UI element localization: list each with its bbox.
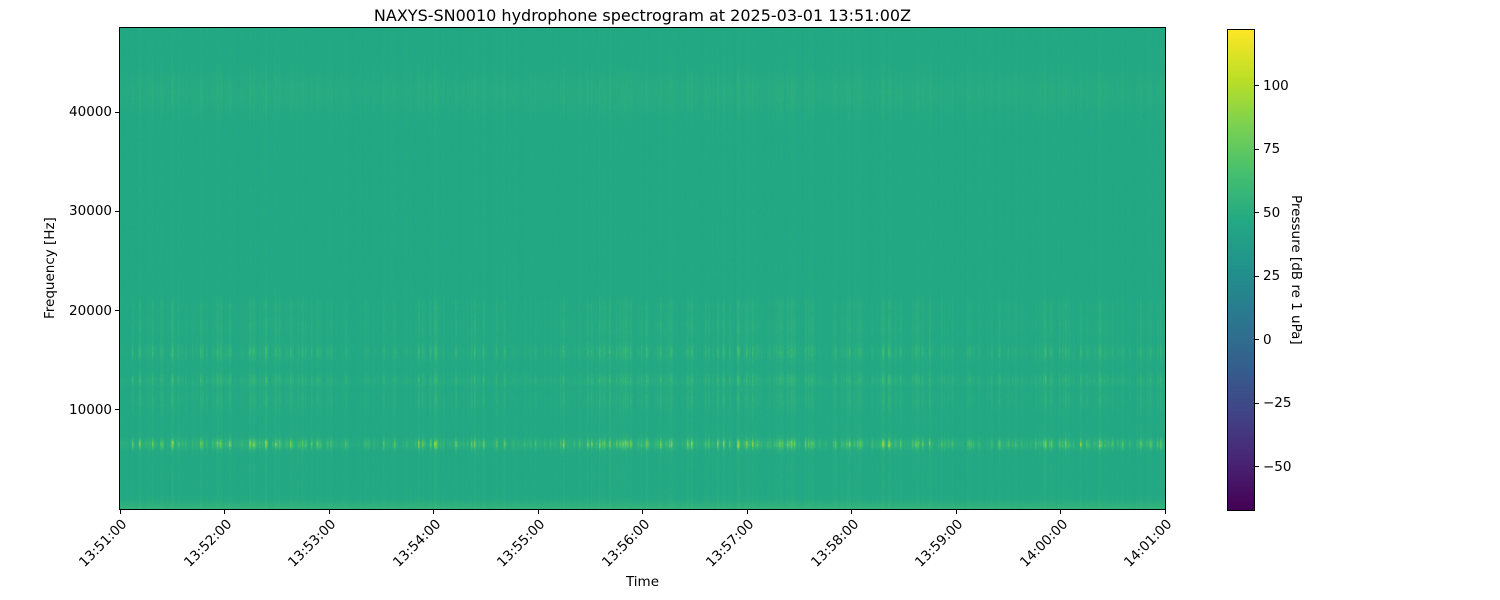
x-tick-mark	[1164, 510, 1166, 514]
colorbar-tick-mark	[1255, 85, 1259, 87]
y-tick-mark	[115, 210, 119, 212]
y-tick-label: 30000	[69, 203, 112, 220]
spectrogram-canvas	[120, 28, 1165, 509]
x-tick-mark	[642, 510, 643, 514]
colorbar-tick-mark	[1255, 212, 1259, 214]
x-tick-label: 14:01:00	[1121, 516, 1176, 571]
x-tick-label: 13:52:00	[180, 516, 236, 571]
colorbar-tick-mark	[1255, 148, 1259, 150]
y-tick-mark	[115, 409, 119, 411]
x-tick-label: 13:58:00	[807, 516, 863, 571]
plot-area	[119, 27, 1166, 510]
colorbar-tick-label: 75	[1263, 141, 1281, 158]
y-tick-label: 40000	[69, 104, 112, 121]
colorbar-tick-label: 25	[1263, 268, 1281, 285]
colorbar-label: Pressure [dB re 1 uPa]	[1288, 195, 1304, 345]
x-tick-label: 13:59:00	[912, 516, 967, 571]
spectrogram-figure: NAXYS-SN0010 hydrophone spectrogram at 2…	[0, 0, 1500, 600]
colorbar-tick-label: 50	[1263, 204, 1281, 221]
colorbar-canvas	[1228, 30, 1254, 510]
colorbar	[1227, 29, 1255, 511]
x-tick-label: 13:53:00	[285, 516, 340, 571]
y-tick-mark	[115, 310, 119, 312]
x-tick-mark	[955, 510, 957, 514]
x-tick-label: 13:54:00	[389, 516, 445, 571]
y-axis-label: Frequency [Hz]	[42, 217, 58, 320]
x-tick-mark	[433, 510, 434, 514]
x-tick-mark	[328, 510, 330, 514]
x-tick-label: 14:00:00	[1016, 516, 1072, 571]
x-tick-mark	[119, 510, 121, 514]
x-axis-label: Time	[625, 574, 660, 590]
x-tick-mark	[851, 510, 852, 514]
y-tick-mark	[115, 111, 119, 113]
x-tick-label: 13:55:00	[494, 516, 549, 571]
y-tick-label: 10000	[69, 401, 112, 418]
y-tick-label: 20000	[69, 302, 112, 319]
colorbar-tick-label: 100	[1263, 77, 1289, 94]
x-tick-mark	[1060, 510, 1061, 514]
plot-title: NAXYS-SN0010 hydrophone spectrogram at 2…	[373, 6, 912, 25]
x-tick-mark	[746, 510, 748, 514]
colorbar-tick-mark	[1255, 466, 1259, 468]
colorbar-tick-label: 0	[1263, 331, 1272, 348]
colorbar-tick-mark	[1255, 339, 1259, 341]
colorbar-tick-mark	[1255, 275, 1259, 277]
x-tick-label: 13:56:00	[598, 516, 654, 571]
x-tick-mark	[537, 510, 539, 514]
x-tick-label: 13:57:00	[703, 516, 758, 571]
colorbar-tick-mark	[1255, 402, 1259, 404]
x-tick-label: 13:51:00	[76, 516, 131, 571]
x-tick-mark	[224, 510, 225, 514]
